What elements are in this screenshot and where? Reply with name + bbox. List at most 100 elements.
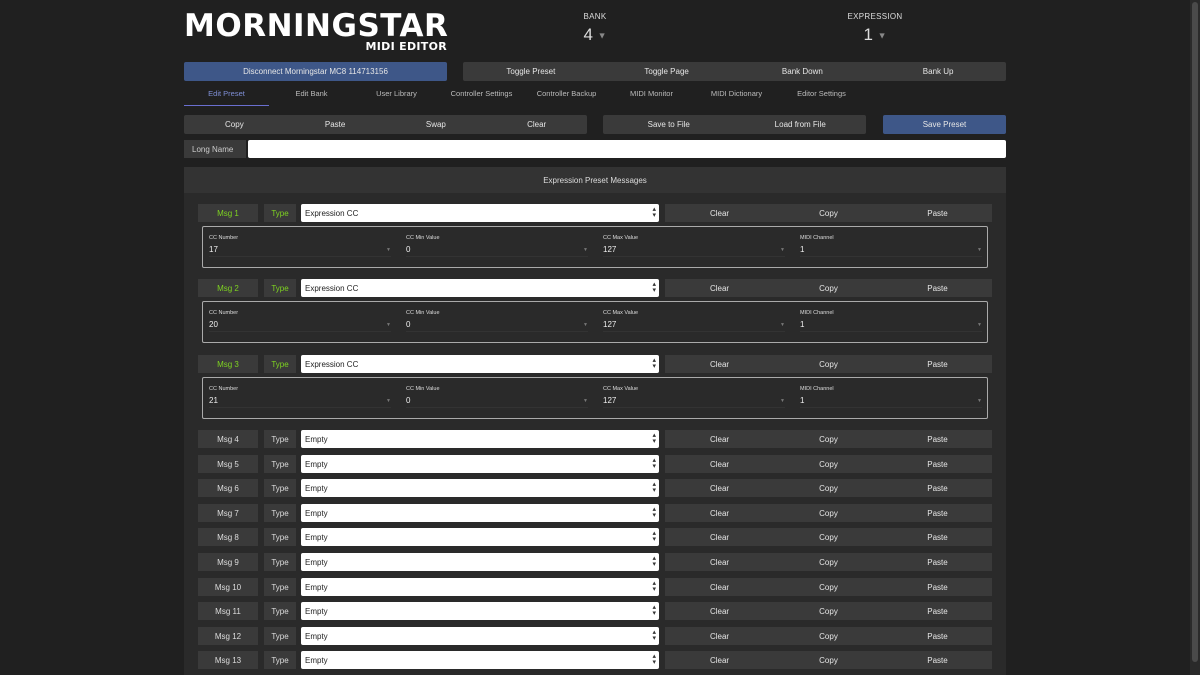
clear-message-button[interactable]: Clear xyxy=(665,455,774,473)
copy-button[interactable]: Copy xyxy=(184,115,285,134)
message-type-select[interactable]: Empty ▴ ▾ xyxy=(301,504,659,522)
chevron-down-icon[interactable]: ▼ xyxy=(386,398,391,404)
param-value[interactable]: 1 xyxy=(800,245,804,254)
paste-message-button[interactable]: Paste xyxy=(883,279,992,297)
chevron-down-icon[interactable]: ▼ xyxy=(386,322,391,328)
tab-edit-preset[interactable]: Edit Preset xyxy=(184,86,269,106)
clear-message-button[interactable]: Clear xyxy=(665,651,774,669)
param-value[interactable]: 127 xyxy=(603,396,616,405)
page-scrollbar[interactable] xyxy=(1190,0,1200,675)
clear-message-button[interactable]: Clear xyxy=(665,578,774,596)
bank-down-button[interactable]: Bank Down xyxy=(735,62,871,81)
paste-message-button[interactable]: Paste xyxy=(883,602,992,620)
message-type-select[interactable]: Empty ▴ ▾ xyxy=(301,578,659,596)
param-value[interactable]: 0 xyxy=(406,320,410,329)
param-field[interactable]: CC Max Value 127 ▼ xyxy=(603,386,785,408)
clear-message-button[interactable]: Clear xyxy=(665,553,774,571)
paste-message-button[interactable]: Paste xyxy=(883,553,992,571)
message-type-select[interactable]: Expression CC ▴ ▾ xyxy=(301,355,659,373)
tab-midi-dictionary[interactable]: MIDI Dictionary xyxy=(694,86,779,106)
paste-message-button[interactable]: Paste xyxy=(883,578,992,596)
clear-message-button[interactable]: Clear xyxy=(665,602,774,620)
tab-controller-settings[interactable]: Controller Settings xyxy=(439,86,524,106)
chevron-down-icon[interactable]: ▼ xyxy=(780,247,785,253)
chevron-down-icon[interactable]: ▼ xyxy=(386,247,391,253)
param-field[interactable]: MIDI Channel 1 ▼ xyxy=(800,235,982,257)
param-value[interactable]: 0 xyxy=(406,396,410,405)
disconnect-button[interactable]: Disconnect Morningstar MC8 114713156 xyxy=(184,62,447,81)
message-type-select[interactable]: Empty ▴ ▾ xyxy=(301,430,659,448)
tab-editor-settings[interactable]: Editor Settings xyxy=(779,86,864,106)
tab-user-library[interactable]: User Library xyxy=(354,86,439,106)
chevron-down-icon[interactable]: ▼ xyxy=(583,322,588,328)
paste-message-button[interactable]: Paste xyxy=(883,355,992,373)
clear-message-button[interactable]: Clear xyxy=(665,627,774,645)
load-from-file-button[interactable]: Load from File xyxy=(735,115,867,134)
bank-selector[interactable]: BANK 4 ▼ xyxy=(565,12,625,45)
param-field[interactable]: CC Number 21 ▼ xyxy=(209,386,391,408)
copy-message-button[interactable]: Copy xyxy=(774,455,883,473)
clear-message-button[interactable]: Clear xyxy=(665,430,774,448)
message-type-select[interactable]: Empty ▴ ▾ xyxy=(301,651,659,669)
param-field[interactable]: CC Max Value 127 ▼ xyxy=(603,235,785,257)
param-value[interactable]: 127 xyxy=(603,245,616,254)
copy-message-button[interactable]: Copy xyxy=(774,479,883,497)
copy-message-button[interactable]: Copy xyxy=(774,355,883,373)
message-type-select[interactable]: Empty ▴ ▾ xyxy=(301,553,659,571)
chevron-down-icon[interactable]: ▼ xyxy=(780,398,785,404)
paste-message-button[interactable]: Paste xyxy=(883,455,992,473)
clear-message-button[interactable]: Clear xyxy=(665,479,774,497)
expression-value[interactable]: 1 xyxy=(863,25,872,44)
tab-midi-monitor[interactable]: MIDI Monitor xyxy=(609,86,694,106)
toggle-page-button[interactable]: Toggle Page xyxy=(599,62,735,81)
copy-message-button[interactable]: Copy xyxy=(774,553,883,571)
param-value[interactable]: 21 xyxy=(209,396,218,405)
copy-message-button[interactable]: Copy xyxy=(774,430,883,448)
save-to-file-button[interactable]: Save to File xyxy=(603,115,735,134)
param-value[interactable]: 0 xyxy=(406,245,410,254)
chevron-down-icon[interactable]: ▼ xyxy=(977,322,982,328)
chevron-down-icon[interactable]: ▼ xyxy=(977,247,982,253)
copy-message-button[interactable]: Copy xyxy=(774,204,883,222)
chevron-down-icon[interactable]: ▼ xyxy=(583,398,588,404)
tab-edit-bank[interactable]: Edit Bank xyxy=(269,86,354,106)
bank-up-button[interactable]: Bank Up xyxy=(870,62,1006,81)
message-type-select[interactable]: Empty ▴ ▾ xyxy=(301,479,659,497)
swap-button[interactable]: Swap xyxy=(386,115,487,134)
paste-button[interactable]: Paste xyxy=(285,115,386,134)
copy-message-button[interactable]: Copy xyxy=(774,528,883,546)
param-field[interactable]: CC Number 20 ▼ xyxy=(209,310,391,332)
message-type-select[interactable]: Empty ▴ ▾ xyxy=(301,528,659,546)
param-field[interactable]: CC Max Value 127 ▼ xyxy=(603,310,785,332)
copy-message-button[interactable]: Copy xyxy=(774,504,883,522)
message-type-select[interactable]: Expression CC ▴ ▾ xyxy=(301,279,659,297)
toggle-preset-button[interactable]: Toggle Preset xyxy=(463,62,599,81)
message-type-select[interactable]: Expression CC ▴ ▾ xyxy=(301,204,659,222)
paste-message-button[interactable]: Paste xyxy=(883,627,992,645)
paste-message-button[interactable]: Paste xyxy=(883,430,992,448)
copy-message-button[interactable]: Copy xyxy=(774,651,883,669)
bank-value[interactable]: 4 xyxy=(583,25,592,44)
message-type-select[interactable]: Empty ▴ ▾ xyxy=(301,455,659,473)
chevron-down-icon[interactable]: ▼ xyxy=(583,247,588,253)
param-value[interactable]: 1 xyxy=(800,320,804,329)
copy-message-button[interactable]: Copy xyxy=(774,279,883,297)
expression-selector[interactable]: EXPRESSION 1 ▼ xyxy=(840,12,910,45)
param-value[interactable]: 20 xyxy=(209,320,218,329)
paste-message-button[interactable]: Paste xyxy=(883,651,992,669)
scrollbar-thumb[interactable] xyxy=(1192,2,1198,662)
long-name-input[interactable] xyxy=(248,140,1006,158)
save-preset-button[interactable]: Save Preset xyxy=(883,115,1006,134)
copy-message-button[interactable]: Copy xyxy=(774,578,883,596)
chevron-down-icon[interactable]: ▼ xyxy=(780,322,785,328)
clear-message-button[interactable]: Clear xyxy=(665,355,774,373)
param-field[interactable]: CC Min Value 0 ▼ xyxy=(406,386,588,408)
param-value[interactable]: 1 xyxy=(800,396,804,405)
copy-message-button[interactable]: Copy xyxy=(774,602,883,620)
tab-controller-backup[interactable]: Controller Backup xyxy=(524,86,609,106)
param-field[interactable]: CC Number 17 ▼ xyxy=(209,235,391,257)
paste-message-button[interactable]: Paste xyxy=(883,479,992,497)
clear-message-button[interactable]: Clear xyxy=(665,528,774,546)
chevron-down-icon[interactable]: ▼ xyxy=(878,31,887,41)
paste-message-button[interactable]: Paste xyxy=(883,204,992,222)
